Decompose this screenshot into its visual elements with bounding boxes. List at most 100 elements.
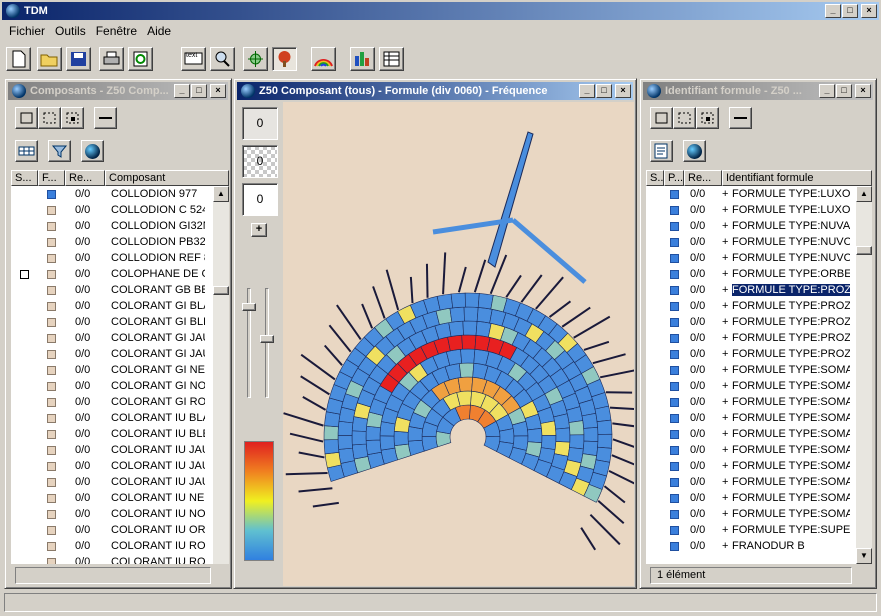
select-dotted-button[interactable] (38, 107, 61, 129)
refresh-button[interactable] (128, 46, 153, 71)
table-button[interactable] (379, 46, 404, 71)
col-s[interactable]: S... (11, 170, 38, 186)
expand-plus-icon[interactable]: + (722, 316, 732, 328)
target-button[interactable] (243, 46, 268, 71)
rcol-p[interactable]: P... (664, 170, 684, 186)
rcol-s[interactable]: S... (646, 170, 664, 186)
list-item[interactable]: 0/0 + FORMULE TYPE:PROZ (646, 346, 856, 362)
menu-fenetre[interactable]: Fenêtre (91, 24, 142, 38)
list-item[interactable]: 0/0 + FORMULE TYPE:LUXO (646, 202, 856, 218)
list-item[interactable]: 0/0 + FORMULE TYPE:SOMA (646, 394, 856, 410)
list-item[interactable]: 0/0 + FORMULE TYPE:SOMA (646, 490, 856, 506)
expand-plus-icon[interactable]: + (722, 476, 732, 488)
row-state[interactable] (11, 269, 38, 279)
list-item[interactable]: 0/0 COLORANT GI NOI (11, 378, 213, 394)
list-item[interactable]: 0/0 COLORANT GB BE (11, 282, 213, 298)
expand-plus-icon[interactable]: + (722, 492, 732, 504)
r-scroll-up-arrow[interactable]: ▲ (856, 186, 872, 202)
list-item[interactable]: 0/0 + FORMULE TYPE:PROZ (646, 298, 856, 314)
list-item[interactable]: 0/0 + FORMULE TYPE:LUXO (646, 186, 856, 202)
list-item[interactable]: 0/0 COLLODION GI32N (11, 218, 213, 234)
expand-plus-icon[interactable]: + (722, 380, 732, 392)
rcol-re[interactable]: Re... (684, 170, 722, 186)
select-none-button[interactable] (15, 107, 38, 129)
grid-view-button[interactable] (15, 140, 38, 162)
list-item[interactable]: 0/0 + FORMULE TYPE:NUVA (646, 218, 856, 234)
list-item[interactable]: 0/0 COLLODION C 524 (11, 202, 213, 218)
expand-plus-icon[interactable]: + (722, 524, 732, 536)
list-item[interactable]: 0/0 + FORMULE TYPE:SUPE (646, 522, 856, 538)
list-item[interactable]: 0/0 COLORANT IU BLA (11, 410, 213, 426)
list-item[interactable]: 0/0 + FORMULE TYPE:SOMA (646, 458, 856, 474)
open-folder-button[interactable] (37, 46, 62, 71)
list-item[interactable]: 0/0 COLORANT IU NEU (11, 490, 213, 506)
right-maximize-button[interactable]: □ (836, 84, 852, 98)
new-file-button[interactable] (6, 46, 31, 71)
expand-plus-icon[interactable]: + (722, 540, 732, 552)
list-item[interactable]: 0/0 COLORANT GI JAU (11, 346, 213, 362)
expand-plus-icon[interactable]: + (722, 332, 732, 344)
text-button[interactable]: text (181, 46, 206, 71)
center-close-button[interactable]: × (615, 84, 631, 98)
expand-plus-icon[interactable]: + (722, 220, 732, 232)
right-minimize-button[interactable]: _ (819, 84, 835, 98)
select-invert-button[interactable] (61, 107, 84, 129)
expand-plus-icon[interactable]: + (722, 508, 732, 520)
menu-fichier[interactable]: Fichier (4, 24, 50, 38)
tree-view-button[interactable] (272, 46, 297, 71)
col-composant[interactable]: Composant (105, 170, 229, 186)
r-scroll-thumb[interactable] (856, 246, 872, 255)
r-select-invert-button[interactable] (696, 107, 719, 129)
center-minimize-button[interactable]: _ (579, 84, 595, 98)
r-globe-button[interactable] (683, 140, 706, 162)
menu-outils[interactable]: Outils (50, 24, 91, 38)
list-item[interactable]: 0/0 + FORMULE TYPE:SOMA (646, 410, 856, 426)
list-item[interactable]: 0/0 COLORANT IU ORA (11, 522, 213, 538)
word-export-button[interactable] (650, 140, 673, 162)
list-item[interactable]: 0/0 COLLODION REF 8 (11, 250, 213, 266)
list-item[interactable]: 0/0 + FORMULE TYPE:PROZ (646, 330, 856, 346)
col-f[interactable]: F... (38, 170, 65, 186)
print-button[interactable] (99, 46, 124, 71)
expand-plus-icon[interactable]: + (722, 252, 732, 264)
value-box-3[interactable]: 0 (242, 183, 278, 216)
expand-plus-icon[interactable]: + (722, 428, 732, 440)
scroll-thumb[interactable] (213, 286, 229, 295)
list-item[interactable]: 0/0 + FORMULE TYPE:SOMA (646, 442, 856, 458)
chart-button[interactable] (350, 46, 375, 71)
menu-aide[interactable]: Aide (142, 24, 176, 38)
r-scroll-down-arrow[interactable]: ▼ (856, 548, 872, 564)
list-item[interactable]: 0/0 COLORANT GI NEU (11, 362, 213, 378)
expand-plus-icon[interactable]: + (722, 396, 732, 408)
palette-button[interactable] (311, 46, 336, 71)
list-item[interactable]: 0/0 + FORMULE TYPE:PROZ (646, 282, 856, 298)
expand-plus-icon[interactable]: + (722, 412, 732, 424)
list-item[interactable]: 0/0 COLORANT IU JAU (11, 458, 213, 474)
expand-plus-icon[interactable]: + (722, 284, 732, 296)
close-button[interactable]: × (861, 4, 877, 18)
r-select-dotted-button[interactable] (673, 107, 696, 129)
slider-track-2[interactable] (265, 288, 269, 398)
list-item[interactable]: 0/0 + FORMULE TYPE:SOMA (646, 426, 856, 442)
list-item[interactable]: 0/0 COLORANT GI JAU (11, 330, 213, 346)
minus-line-button[interactable] (94, 107, 117, 129)
expand-plus-icon[interactable]: + (722, 348, 732, 360)
r-minus-line-button[interactable] (729, 107, 752, 129)
minimize-button[interactable]: _ (825, 4, 841, 18)
value-box-1[interactable]: 0 (242, 107, 278, 140)
expand-plus-icon[interactable]: + (722, 268, 732, 280)
zoom-button[interactable] (210, 46, 235, 71)
expand-plus-icon[interactable]: + (722, 444, 732, 456)
identifiant-list[interactable]: 0/0 + FORMULE TYPE:LUXO 0/0 + FORMULE TY… (646, 186, 856, 564)
graph-canvas[interactable] (283, 102, 634, 586)
r-select-none-button[interactable] (650, 107, 673, 129)
list-item[interactable]: 0/0 COLORANT IU ROU (11, 538, 213, 554)
list-item[interactable]: 0/0 + FORMULE TYPE:SOMA (646, 362, 856, 378)
expand-plus-icon[interactable]: + (722, 364, 732, 376)
list-item[interactable]: 0/0 COLORANT IU ROU (11, 554, 213, 564)
list-item[interactable]: 0/0 + FORMULE TYPE:SOMA (646, 474, 856, 490)
slider-thumb-2[interactable] (260, 335, 274, 343)
filter-button[interactable] (48, 140, 71, 162)
list-item[interactable]: 0/0 COLORANT GI ROU (11, 394, 213, 410)
list-item[interactable]: 0/0 COLORANT GI BLE (11, 314, 213, 330)
